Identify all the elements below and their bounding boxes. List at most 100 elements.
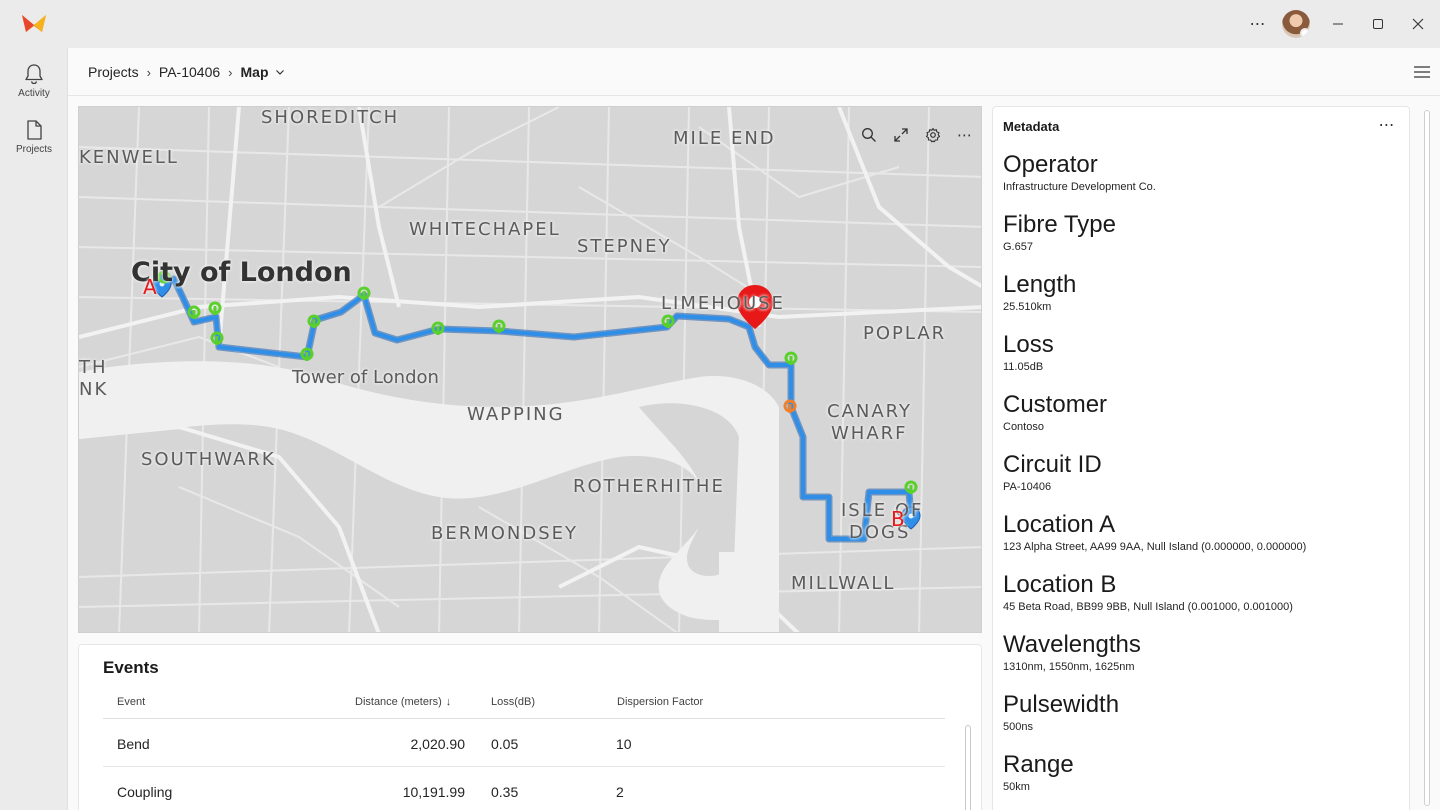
map-label-wharf: WHARF <box>831 423 908 444</box>
minimize-icon <box>1333 23 1343 25</box>
metadata-field-customer: Customer Contoso <box>1003 391 1107 433</box>
map-settings-button[interactable] <box>923 125 943 145</box>
maximize-button[interactable] <box>1366 12 1390 36</box>
map-label-stepney: STEPNEY <box>577 236 672 257</box>
metadata-value: G.657 <box>1003 241 1033 253</box>
maximize-icon <box>1373 19 1383 29</box>
metadata-field-fibre-type: Fibre Type G.657 <box>1003 211 1116 253</box>
map-label-whitechapel: WHITECHAPEL <box>409 219 561 240</box>
metadata-field-wavelengths: Wavelengths 1310nm, 1550nm, 1625nm <box>1003 631 1141 673</box>
table-row[interactable]: Bend 2,020.90 0.05 10 <box>103 719 945 767</box>
map-label-wapping: WAPPING <box>467 404 565 425</box>
column-header-loss[interactable]: Loss(dB) <box>491 696 535 708</box>
distance-cell: 2,020.90 <box>410 736 466 752</box>
metadata-value: PA-10406 <box>1003 481 1052 493</box>
metadata-field-length: Length 25.510km <box>1003 271 1076 313</box>
map-more-button[interactable]: ⋯ <box>955 125 975 145</box>
map-label-southwark: SOUTHWARK <box>141 449 276 470</box>
map-label-city-of-london: City of London <box>131 257 352 288</box>
rail-item-label: Activity <box>18 88 50 99</box>
metadata-value: 45 Beta Road, BB99 9BB, Null Island (0.0… <box>1003 601 1293 613</box>
map-label-canary: CANARY <box>827 401 913 422</box>
distance-cell: 10,191.99 <box>402 784 465 800</box>
rail-item-projects[interactable]: Projects <box>0 114 68 166</box>
map-canvas[interactable] <box>79 107 982 633</box>
map-label-clerkenwell: KENWELL <box>79 147 179 168</box>
map-label-nk: NK <box>79 379 109 400</box>
map-label-bermondsey: BERMONDSEY <box>431 523 579 544</box>
column-header-distance-label: Distance (meters) <box>355 696 442 708</box>
metadata-label: Location B <box>1003 571 1117 598</box>
map-label-th: TH <box>79 357 108 378</box>
title-bar: ⋯ <box>0 0 1440 48</box>
column-header-dispersion[interactable]: Dispersion Factor <box>617 696 703 708</box>
metadata-value: 50km <box>1003 781 1030 793</box>
metadata-label: Customer <box>1003 391 1108 418</box>
column-header-distance[interactable]: Distance (meters) ↓ <box>355 696 451 708</box>
column-header-event[interactable]: Event <box>117 696 145 708</box>
metadata-panel: Metadata ⋯ Operator Infrastructure Devel… <box>992 106 1410 810</box>
map-label-tower-of-london: Tower of London <box>292 367 439 388</box>
events-scrollbar[interactable] <box>965 725 971 810</box>
close-button[interactable] <box>1406 12 1430 36</box>
document-icon <box>27 120 42 140</box>
hamburger-menu-icon[interactable] <box>1412 62 1432 82</box>
gear-icon <box>925 127 941 143</box>
metadata-label: Range <box>1003 751 1074 778</box>
map-label-shoreditch: SHOREDITCH <box>261 107 400 128</box>
chevron-down-icon[interactable] <box>274 66 286 78</box>
metadata-label: Loss <box>1003 331 1054 358</box>
point-a-label: A <box>143 275 157 299</box>
metadata-value: 1310nm, 1550nm, 1625nm <box>1003 661 1135 673</box>
map-label-rotherhithe: ROTHERHITHE <box>573 476 725 497</box>
user-avatar[interactable] <box>1282 10 1310 38</box>
main-content: Projects › PA-10406 › Map SHOREDITCH KEN… <box>68 48 1440 810</box>
map-label-mile-end: MILE END <box>673 128 776 149</box>
map-label-isle-of: ISLE OF <box>841 500 924 521</box>
metadata-more-button[interactable]: ⋯ <box>1377 117 1397 137</box>
presence-indicator <box>1300 28 1310 38</box>
map-expand-button[interactable] <box>891 125 911 145</box>
metadata-value: Contoso <box>1003 421 1044 433</box>
expand-icon <box>894 128 908 142</box>
dispersion-cell: 2 <box>616 784 624 800</box>
metadata-field-location-b: Location B 45 Beta Road, BB99 9BB, Null … <box>1003 571 1293 613</box>
table-row[interactable]: Coupling 10,191.99 0.35 2 <box>103 767 945 810</box>
metadata-field-loss: Loss 11.05dB <box>1003 331 1054 373</box>
metadata-field-pulsewidth: Pulsewidth 500ns <box>1003 691 1119 733</box>
route-map[interactable]: SHOREDITCH KENWELL MILE END WHITECHAPEL … <box>78 106 982 633</box>
metadata-field-operator: Operator Infrastructure Development Co. <box>1003 151 1156 193</box>
map-label-poplar: POPLAR <box>863 323 947 344</box>
map-label-limehouse: LIMEHOUSE <box>661 293 785 314</box>
metadata-label: Location A <box>1003 511 1116 538</box>
loss-cell: 0.35 <box>491 784 519 800</box>
rail-item-label: Projects <box>15 144 53 155</box>
minimize-button[interactable] <box>1326 12 1350 36</box>
metadata-value: Infrastructure Development Co. <box>1003 181 1156 193</box>
close-icon <box>1412 18 1424 30</box>
event-name-cell: Bend <box>117 736 150 752</box>
sort-descending-icon: ↓ <box>445 696 452 708</box>
metadata-label: Circuit ID <box>1003 451 1102 478</box>
metadata-label: Length <box>1003 271 1077 298</box>
metadata-label: Wavelengths <box>1003 631 1141 658</box>
metadata-label: Operator <box>1003 151 1098 178</box>
more-icon: ⋯ <box>957 127 973 144</box>
event-name-cell: Coupling <box>117 784 173 800</box>
metadata-label: Pulsewidth <box>1003 691 1120 718</box>
metadata-title: Metadata <box>1003 119 1060 134</box>
map-search-button[interactable] <box>859 125 879 145</box>
rail-item-activity[interactable]: Activity <box>0 58 68 110</box>
breadcrumb-current-view[interactable]: Map <box>241 64 269 80</box>
more-options-button[interactable]: ⋯ <box>1246 12 1270 36</box>
metadata-scrollbar[interactable] <box>1424 110 1430 806</box>
metadata-label: Fibre Type <box>1003 211 1116 238</box>
app-logo-icon <box>22 15 46 32</box>
events-panel: Events Event Distance (meters) ↓ Loss(dB… <box>78 644 982 810</box>
search-icon <box>862 128 876 142</box>
breadcrumb-project[interactable]: PA-10406 <box>159 64 220 80</box>
events-title: Events <box>103 658 159 677</box>
metadata-value: 123 Alpha Street, AA99 9AA, Null Island … <box>1003 541 1307 553</box>
metadata-field-circuit-id: Circuit ID PA-10406 <box>1003 451 1102 493</box>
breadcrumb-projects[interactable]: Projects <box>88 64 139 80</box>
